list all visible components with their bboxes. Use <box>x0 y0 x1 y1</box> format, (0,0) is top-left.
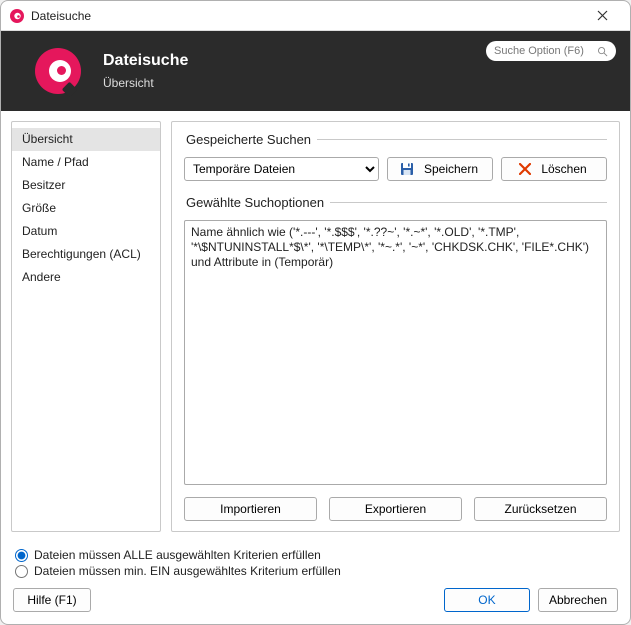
header: Dateisuche Übersicht Suche Option (F6) <box>1 31 630 111</box>
import-button[interactable]: Importieren <box>184 497 317 521</box>
saved-searches-select[interactable]: Temporäre Dateien <box>184 157 379 181</box>
help-button[interactable]: Hilfe (F1) <box>13 588 91 612</box>
delete-button-label: Löschen <box>541 162 586 176</box>
saved-searches-group: Gespeicherte Suchen Temporäre Dateien Sp… <box>184 132 607 185</box>
search-icon <box>597 46 608 57</box>
sidebar: ÜbersichtName / PfadBesitzerGrößeDatumBe… <box>11 121 161 532</box>
radio-all[interactable]: Dateien müssen ALLE ausgewählten Kriteri… <box>15 548 616 562</box>
selected-options-legend: Gewählte Suchoptionen <box>184 195 330 210</box>
content-area: ÜbersichtName / PfadBesitzerGrößeDatumBe… <box>1 111 630 542</box>
footer: Hilfe (F1) OK Abbrechen <box>1 582 630 624</box>
sidebar-item-3[interactable]: Größe <box>12 197 160 220</box>
sidebar-item-5[interactable]: Berechtigungen (ACL) <box>12 243 160 266</box>
cancel-button[interactable]: Abbrechen <box>538 588 618 612</box>
close-button[interactable] <box>582 2 622 30</box>
delete-icon <box>519 163 531 175</box>
ok-button[interactable]: OK <box>444 588 530 612</box>
match-mode-radios: Dateien müssen ALLE ausgewählten Kriteri… <box>1 542 630 582</box>
reset-button[interactable]: Zurücksetzen <box>474 497 607 521</box>
search-placeholder: Suche Option (F6) <box>494 45 584 57</box>
save-button-label: Speichern <box>424 162 478 176</box>
app-logo-icon <box>9 8 25 24</box>
sidebar-item-0[interactable]: Übersicht <box>12 128 160 151</box>
titlebar: Dateisuche <box>1 1 630 31</box>
action-button-row: Importieren Exportieren Zurücksetzen <box>184 497 607 521</box>
delete-button[interactable]: Löschen <box>501 157 607 181</box>
radio-one-input[interactable] <box>15 565 28 578</box>
export-button[interactable]: Exportieren <box>329 497 462 521</box>
radio-all-input[interactable] <box>15 549 28 562</box>
saved-searches-legend: Gespeicherte Suchen <box>184 132 317 147</box>
radio-one[interactable]: Dateien müssen min. EIN ausgewähltes Kri… <box>15 564 616 578</box>
criteria-textarea[interactable]: Name ähnlich wie ('*.---', '*.$$$', '*.?… <box>184 220 607 485</box>
save-icon <box>400 162 414 176</box>
dialog-window: Dateisuche Dateisuche Übersicht Suche Op… <box>0 0 631 625</box>
sidebar-item-6[interactable]: Andere <box>12 266 160 289</box>
radio-one-label: Dateien müssen min. EIN ausgewähltes Kri… <box>34 564 341 578</box>
sidebar-item-1[interactable]: Name / Pfad <box>12 151 160 174</box>
page-subtitle: Übersicht <box>103 76 188 90</box>
sidebar-item-4[interactable]: Datum <box>12 220 160 243</box>
header-text: Dateisuche Übersicht <box>103 52 188 90</box>
selected-options-group: Gewählte Suchoptionen Name ähnlich wie (… <box>184 195 607 489</box>
save-button[interactable]: Speichern <box>387 157 493 181</box>
search-input[interactable]: Suche Option (F6) <box>486 41 616 61</box>
radio-all-label: Dateien müssen ALLE ausgewählten Kriteri… <box>34 548 321 562</box>
close-icon <box>597 10 608 21</box>
main-panel: Gespeicherte Suchen Temporäre Dateien Sp… <box>171 121 620 532</box>
sidebar-item-2[interactable]: Besitzer <box>12 174 160 197</box>
page-title: Dateisuche <box>103 52 188 70</box>
app-logo-large-icon <box>35 48 81 94</box>
window-title: Dateisuche <box>31 9 582 23</box>
